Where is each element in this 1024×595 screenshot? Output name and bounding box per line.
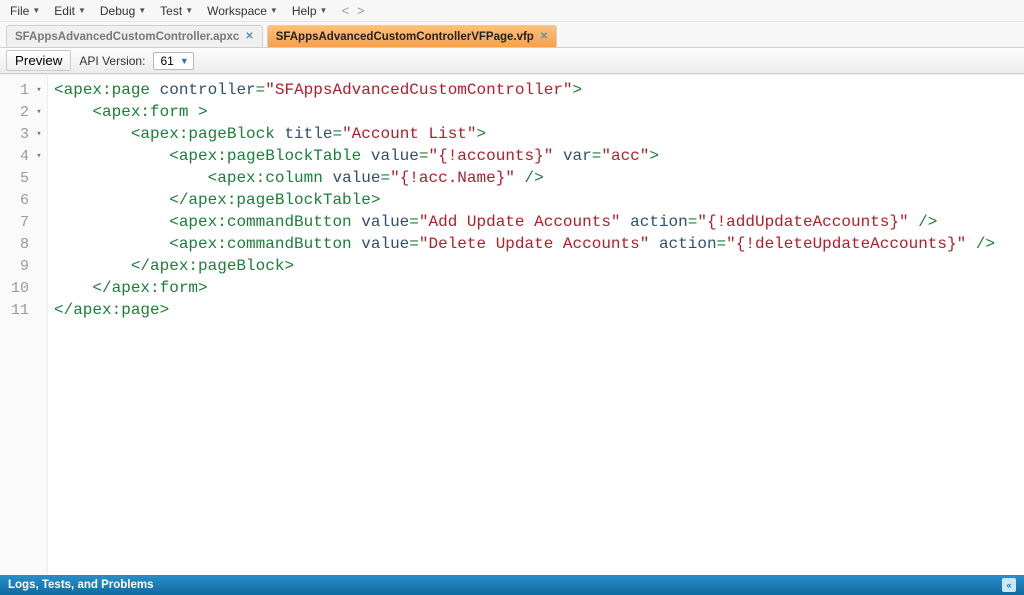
- line-number: 7: [20, 214, 29, 231]
- fold-toggle-icon[interactable]: ▾: [35, 85, 43, 95]
- chevron-down-icon: ▼: [270, 6, 278, 15]
- line-number: 5: [20, 170, 29, 187]
- editor-toolbar: Preview API Version: 61 ▼: [0, 48, 1024, 74]
- code-line[interactable]: <apex:pageBlock title="Account List">: [54, 123, 1018, 145]
- nav-back-button[interactable]: <: [341, 3, 349, 18]
- gutter-line: 2▾: [0, 101, 47, 123]
- code-area[interactable]: <apex:page controller="SFAppsAdvancedCus…: [48, 75, 1024, 575]
- menu-label: Help: [292, 4, 317, 18]
- menu-label: Debug: [100, 4, 135, 18]
- code-line[interactable]: <apex:page controller="SFAppsAdvancedCus…: [54, 79, 1018, 101]
- menu-debug[interactable]: Debug▼: [94, 2, 152, 20]
- gutter-line: 10: [0, 277, 47, 299]
- nav-arrows: <>: [341, 3, 364, 18]
- line-number: 1: [20, 82, 29, 99]
- menu-label: Edit: [54, 4, 75, 18]
- line-number: 8: [20, 236, 29, 253]
- gutter-line: 3▾: [0, 123, 47, 145]
- fold-toggle-icon[interactable]: ▾: [35, 129, 43, 139]
- gutter-line: 4▾: [0, 145, 47, 167]
- gutter-line: 5: [0, 167, 47, 189]
- chevron-down-icon: ▼: [180, 56, 189, 66]
- api-version-select[interactable]: 61 ▼: [153, 52, 193, 70]
- code-editor[interactable]: 1▾2▾3▾4▾567891011 <apex:page controller=…: [0, 74, 1024, 575]
- chevron-down-icon: ▼: [138, 6, 146, 15]
- line-number: 6: [20, 192, 29, 209]
- bottom-panel-header[interactable]: Logs, Tests, and Problems «: [0, 575, 1024, 595]
- preview-button[interactable]: Preview: [6, 50, 71, 71]
- chevron-down-icon: ▼: [185, 6, 193, 15]
- line-number: 4: [20, 148, 29, 165]
- menu-file[interactable]: File▼: [4, 2, 46, 20]
- gutter-line: 8: [0, 233, 47, 255]
- line-gutter: 1▾2▾3▾4▾567891011: [0, 75, 48, 575]
- menu-edit[interactable]: Edit▼: [48, 2, 92, 20]
- code-line[interactable]: </apex:pageBlockTable>: [54, 189, 1018, 211]
- menu-bar: File▼Edit▼Debug▼Test▼Workspace▼Help▼<>: [0, 0, 1024, 22]
- gutter-line: 6: [0, 189, 47, 211]
- gutter-line: 7: [0, 211, 47, 233]
- line-number: 2: [20, 104, 29, 121]
- close-icon[interactable]: ✕: [245, 31, 253, 42]
- api-version-value: 61: [160, 54, 173, 68]
- chevron-down-icon: ▼: [32, 6, 40, 15]
- tab-bar: SFAppsAdvancedCustomController.apxc✕SFAp…: [0, 22, 1024, 48]
- code-line[interactable]: <apex:commandButton value="Delete Update…: [54, 233, 1018, 255]
- fold-toggle-icon[interactable]: ▾: [35, 151, 43, 161]
- tab-label: SFAppsAdvancedCustomController.apxc: [15, 31, 239, 43]
- chevron-down-icon: ▼: [320, 6, 328, 15]
- menu-label: File: [10, 4, 29, 18]
- line-number: 3: [20, 126, 29, 143]
- code-line[interactable]: <apex:pageBlockTable value="{!accounts}"…: [54, 145, 1018, 167]
- code-line[interactable]: </apex:pageBlock>: [54, 255, 1018, 277]
- editor-tab[interactable]: SFAppsAdvancedCustomControllerVFPage.vfp…: [267, 25, 558, 47]
- bottom-panel-title: Logs, Tests, and Problems: [8, 579, 154, 591]
- code-line[interactable]: <apex:column value="{!acc.Name}" />: [54, 167, 1018, 189]
- api-version-label: API Version:: [79, 54, 145, 68]
- close-icon[interactable]: ✕: [540, 31, 548, 42]
- menu-workspace[interactable]: Workspace▼: [201, 2, 284, 20]
- gutter-line: 11: [0, 299, 47, 321]
- menu-label: Test: [160, 4, 182, 18]
- line-number: 9: [20, 258, 29, 275]
- code-line[interactable]: <apex:form >: [54, 101, 1018, 123]
- tab-label: SFAppsAdvancedCustomControllerVFPage.vfp: [276, 31, 534, 43]
- menu-help[interactable]: Help▼: [286, 2, 334, 20]
- menu-test[interactable]: Test▼: [154, 2, 199, 20]
- chevron-down-icon: ▼: [78, 6, 86, 15]
- line-number: 10: [11, 280, 29, 297]
- nav-forward-button[interactable]: >: [357, 3, 365, 18]
- line-number: 11: [11, 302, 29, 319]
- collapse-panel-icon[interactable]: «: [1002, 578, 1016, 592]
- code-line[interactable]: </apex:form>: [54, 277, 1018, 299]
- gutter-line: 9: [0, 255, 47, 277]
- editor-tab[interactable]: SFAppsAdvancedCustomController.apxc ✕: [6, 25, 263, 47]
- menu-label: Workspace: [207, 4, 267, 18]
- gutter-line: 1▾: [0, 79, 47, 101]
- code-line[interactable]: </apex:page>: [54, 299, 1018, 321]
- fold-toggle-icon[interactable]: ▾: [35, 107, 43, 117]
- code-line[interactable]: <apex:commandButton value="Add Update Ac…: [54, 211, 1018, 233]
